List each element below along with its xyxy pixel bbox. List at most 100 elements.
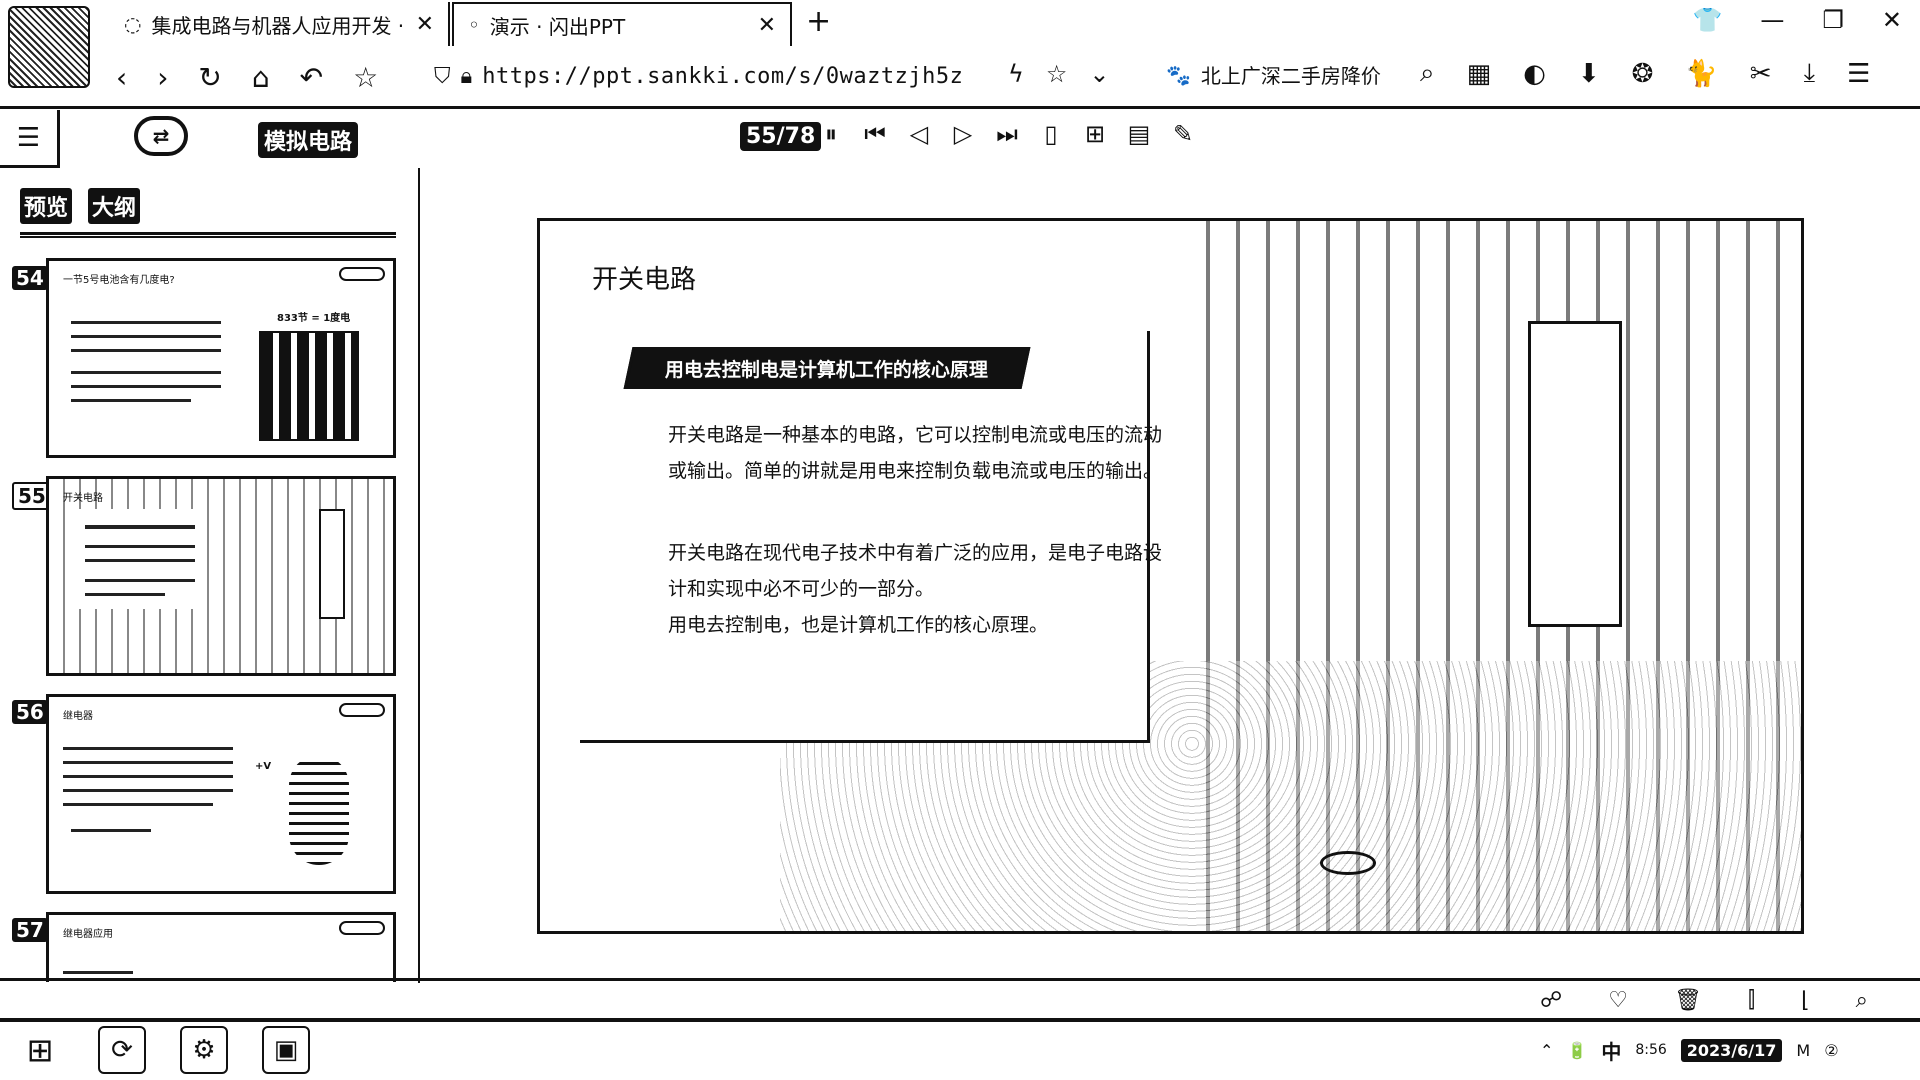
slide-thumbnail-54[interactable]: 一节5号电池含有几度电? 833节 = 1度电 — [46, 258, 396, 458]
chevron-up-icon[interactable]: ⌃ — [1540, 1041, 1553, 1060]
back-icon[interactable]: ‹ — [116, 61, 127, 94]
menu-icon[interactable]: ☰ — [1847, 58, 1870, 89]
last-slide-icon[interactable]: ⏭ — [996, 120, 1018, 148]
page-counter: 55/78 — [740, 122, 822, 151]
m-icon[interactable]: M — [1796, 1041, 1810, 1060]
next-slide-icon[interactable]: ▷ — [952, 120, 974, 148]
fullscreen-icon[interactable]: ⊞ — [1084, 120, 1106, 148]
text-line — [71, 385, 221, 388]
search-icon[interactable]: ⌕ — [1420, 58, 1435, 89]
thumbnail-title: 开关电路 — [63, 493, 103, 504]
url-actions: ϟ ☆ ⌄ — [1008, 60, 1109, 88]
slide-canvas[interactable]: 开关电路 用电去控制电是计算机工作的核心原理 开关电路是一种基本的电路，它可以控… — [537, 218, 1804, 934]
windows-start-icon[interactable]: ⊞ — [16, 1026, 64, 1074]
bookmark-star-icon[interactable]: ☆ — [353, 61, 378, 94]
slide-paragraph: 开关电路是一种基本的电路，它可以控制电流或电压的流动或输出。简单的讲就是用电来控… — [668, 424, 1163, 482]
undo-icon[interactable]: ↶ — [300, 61, 323, 94]
slide-thumbnail-55[interactable]: 开关电路 — [46, 476, 396, 676]
trash-icon[interactable]: 🗑 — [1674, 988, 1702, 1013]
thumbnail-title: 一节5号电池含有几度电? — [63, 275, 175, 286]
thumbnail-note: 833节 = 1度电 — [277, 313, 351, 324]
tab-preview[interactable]: 预览 — [20, 188, 73, 224]
pause-icon[interactable]: ⏸ — [820, 120, 842, 148]
tab-title: 演示 · 闪出PPT — [489, 14, 626, 39]
crop-icon[interactable]: ⌊ — [1801, 988, 1810, 1013]
batteries-image — [259, 331, 359, 441]
volume-icon[interactable]: ⫿ — [1748, 988, 1755, 1013]
paw-icon: 🐾 — [1166, 62, 1191, 87]
prev-slide-icon[interactable]: ◁ — [908, 120, 930, 148]
browser-tab-presentation[interactable]: ◦ 演示 · 闪出PPT ✕ — [452, 2, 792, 46]
browser-tab-course[interactable]: ◌ 集成电路与机器人应用开发 · 语 ✕ — [110, 2, 450, 46]
clock-date[interactable]: 2023/6/17 — [1680, 1038, 1783, 1062]
text-line — [71, 399, 191, 402]
battery-icon[interactable]: 🔋 — [1567, 1041, 1587, 1060]
text-line — [63, 747, 233, 750]
thumbnail-note: +V — [255, 761, 272, 772]
slide-number: 57 — [12, 918, 48, 942]
pen-icon[interactable]: ✎ — [1172, 120, 1194, 148]
slide-paragraph: 开关电路在现代电子技术中有着广泛的应用，是电子电路设计和实现中必不可少的一部分。 — [668, 542, 1163, 600]
close-window-icon[interactable]: ✕ — [1882, 6, 1902, 34]
new-tab-button[interactable]: + — [806, 4, 831, 39]
notification-badge[interactable]: ② — [1824, 1041, 1838, 1060]
restore-icon[interactable]: ❐ — [1822, 6, 1844, 34]
notes-icon[interactable]: ▤ — [1128, 120, 1151, 148]
browser-app-icon[interactable]: ⟳ — [98, 1026, 146, 1074]
chevron-down-icon[interactable]: ⌄ — [1089, 60, 1109, 88]
settings-icon[interactable]: ⚙ — [180, 1026, 228, 1074]
thumbnail-banner — [85, 525, 195, 529]
hot-search-text: 北上广深二手房降价 — [1200, 64, 1381, 88]
slide-thumbnail-57[interactable]: 继电器应用 — [46, 912, 396, 982]
clock-time: 8:56 — [1635, 1042, 1667, 1058]
banner-text: 用电去控制电是计算机工作的核心原理 — [665, 358, 989, 381]
text-line — [71, 829, 151, 832]
share-icon[interactable]: ☍ — [1540, 988, 1562, 1013]
tab-outline[interactable]: 大纲 — [88, 188, 141, 224]
blank-screen-icon[interactable]: ▯ — [1040, 120, 1062, 148]
forward-icon[interactable]: › — [157, 61, 168, 94]
text-line — [63, 971, 133, 974]
home-icon[interactable]: ⌂ — [252, 61, 270, 94]
taskbar-apps: ⊞ ⟳ ⚙ ▣ — [16, 1026, 310, 1074]
text-line — [85, 579, 195, 582]
playback-controls: ⏸ ⏮ ◁ ▷ ⏭ ▯ ⊞ ▤ ✎ — [820, 120, 1194, 148]
cat-icon[interactable]: 🐈 — [1685, 58, 1717, 89]
skin-icon[interactable]: 👕 — [1692, 6, 1722, 34]
text-line — [63, 803, 213, 806]
brand-logo-icon[interactable]: ⇄ — [134, 116, 188, 156]
hose-loop-shape — [1320, 851, 1376, 875]
minimize-icon[interactable]: — — [1760, 6, 1784, 34]
address-bar[interactable]: ⛉ 🔒︎ https://ppt.sankki.com/s/0waztzjh5z — [434, 56, 1554, 96]
tab-favicon-icon: ◌ — [124, 12, 142, 36]
close-tab-icon[interactable]: ✕ — [416, 12, 434, 37]
download-icon[interactable]: ⤓ — [1804, 58, 1816, 89]
url-text[interactable]: https://ppt.sankki.com/s/0waztzjh5z — [482, 64, 963, 89]
first-slide-icon[interactable]: ⏮ — [864, 120, 886, 148]
thumbnail-logo — [339, 267, 385, 281]
user-avatar[interactable] — [8, 6, 90, 88]
tab-title: 集成电路与机器人应用开发 · 语 — [151, 13, 406, 38]
favorite-star-icon[interactable]: ☆ — [1046, 60, 1068, 88]
viewer-bottom-border — [0, 978, 1920, 981]
system-tray: ⌃ 🔋 中 8:56 2023/6/17 M ② — [1540, 1020, 1920, 1080]
bolt-icon[interactable]: ϟ — [1008, 60, 1024, 88]
heart-icon[interactable]: ♡ — [1608, 988, 1628, 1013]
scissors-icon[interactable]: ✂ — [1750, 58, 1772, 89]
text-line — [63, 789, 233, 792]
zoom-icon[interactable]: ⌕ — [1856, 988, 1868, 1013]
screen-app-icon[interactable]: ▣ — [262, 1026, 310, 1074]
sidebar-toggle-button[interactable]: ☰ — [0, 110, 60, 168]
reaction-bar: ☍ ♡ 🗑 ⫿ ⌊ ⌕ — [1540, 988, 1868, 1013]
reload-icon[interactable]: ↻ — [198, 61, 221, 94]
browser-toolbar: ⌕ ▦ ◐ ⬇ ❂ 🐈 ✂ ⤓ ☰ — [1420, 58, 1870, 89]
close-tab-icon[interactable]: ✕ — [758, 13, 776, 38]
download-circle-icon[interactable]: ⬇ — [1578, 58, 1600, 89]
slide-thumbnail-56[interactable]: 继电器 +V — [46, 694, 396, 894]
input-language[interactable]: 中 — [1601, 1036, 1621, 1065]
apps-icon[interactable]: ▦ — [1467, 58, 1492, 89]
hot-search-link[interactable]: 🐾 北上广深二手房降价 — [1166, 60, 1381, 89]
openai-icon[interactable]: ❂ — [1632, 58, 1654, 89]
thumbnail-title: 继电器 — [63, 711, 93, 722]
moon-icon[interactable]: ◐ — [1523, 58, 1546, 89]
